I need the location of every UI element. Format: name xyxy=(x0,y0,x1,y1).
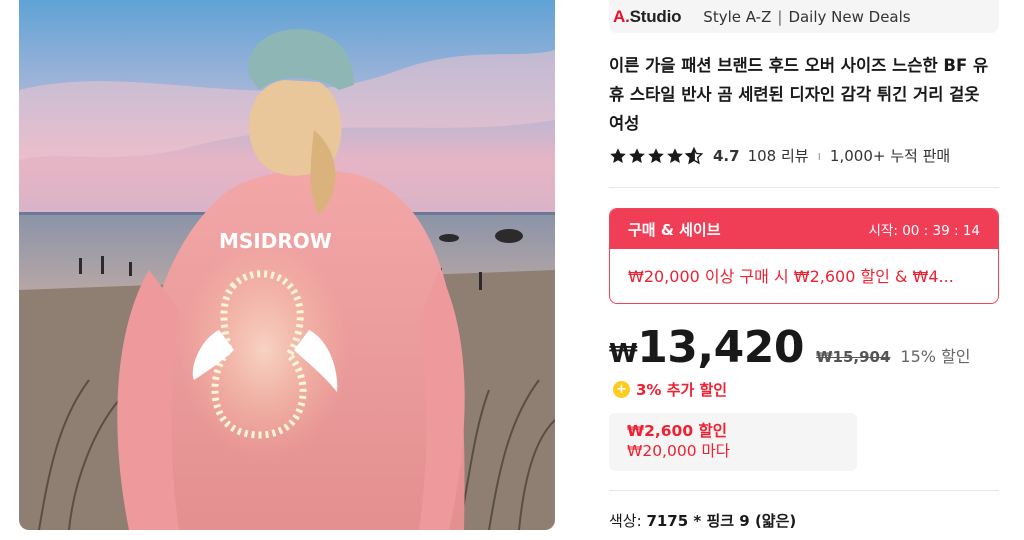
divider xyxy=(609,187,999,188)
variant-row: 색상: 7175 * 핑크 9 (얇은) xyxy=(609,510,796,531)
extra-discount: + 3% 추가 할인 xyxy=(613,379,727,400)
rating-separator: ı xyxy=(817,148,821,163)
discount-percent: 15% 할인 xyxy=(900,347,971,366)
store-logo[interactable]: A.Studio xyxy=(613,7,681,27)
store-bar: A.Studio Style A-Z | Daily New Deals xyxy=(609,0,999,33)
star-icon xyxy=(629,147,645,163)
coupon-amount: ₩2,600 할인 xyxy=(627,422,728,440)
star-icon xyxy=(667,147,683,163)
coupon-condition: ₩20,000 마다 xyxy=(627,442,731,460)
current-price: ₩13,420 xyxy=(609,322,804,373)
star-icon xyxy=(610,147,626,163)
original-price: ₩15,904 xyxy=(815,348,891,366)
coupon-box[interactable]: ₩2,600 할인 ₩20,000 마다 xyxy=(609,413,857,471)
rating-row[interactable]: 4.7 108 리뷰 ı 1,000+ 누적 판매 xyxy=(609,145,950,166)
store-links: Style A-Z | Daily New Deals xyxy=(703,8,910,26)
divider xyxy=(609,490,999,491)
coin-icon: + xyxy=(613,381,630,398)
sold-count: 1,000+ 누적 판매 xyxy=(829,147,951,165)
promo-header: 구매 & 세이브 시작: 00 : 39 : 14 xyxy=(610,209,998,249)
rating-value: 4.7 xyxy=(713,146,740,165)
variant-value: 7175 * 핑크 9 (얇은) xyxy=(646,512,797,530)
promo-text: ₩20,000 이상 구매 시 ₩2,600 할인 & ₩4... xyxy=(628,267,954,286)
extra-discount-text: 3% 추가 할인 xyxy=(636,381,728,399)
promo-timer: 시작: 00 : 39 : 14 xyxy=(868,223,980,239)
store-link-style[interactable]: Style A-Z xyxy=(703,8,771,26)
store-link-deals[interactable]: Daily New Deals xyxy=(788,8,910,26)
review-count[interactable]: 108 리뷰 xyxy=(748,145,809,166)
store-link-separator: | xyxy=(777,7,783,26)
price-row: ₩13,420 ₩15,904 15% 할인 xyxy=(609,322,971,373)
product-image[interactable]: MSIDROW xyxy=(19,0,555,530)
product-title: 이른 가을 패션 브랜드 후드 오버 사이즈 느슨한 BF 유휴 스타일 반사 … xyxy=(609,56,989,133)
rating-stars xyxy=(609,146,703,165)
star-icon xyxy=(648,147,664,163)
half-star-icon xyxy=(685,146,703,164)
promo-box[interactable]: 구매 & 세이브 시작: 00 : 39 : 14 ₩20,000 이상 구매 … xyxy=(609,208,999,304)
product-photo: MSIDROW xyxy=(19,0,555,530)
promo-title: 구매 & 세이브 xyxy=(628,220,721,239)
variant-label: 색상: xyxy=(609,512,642,530)
